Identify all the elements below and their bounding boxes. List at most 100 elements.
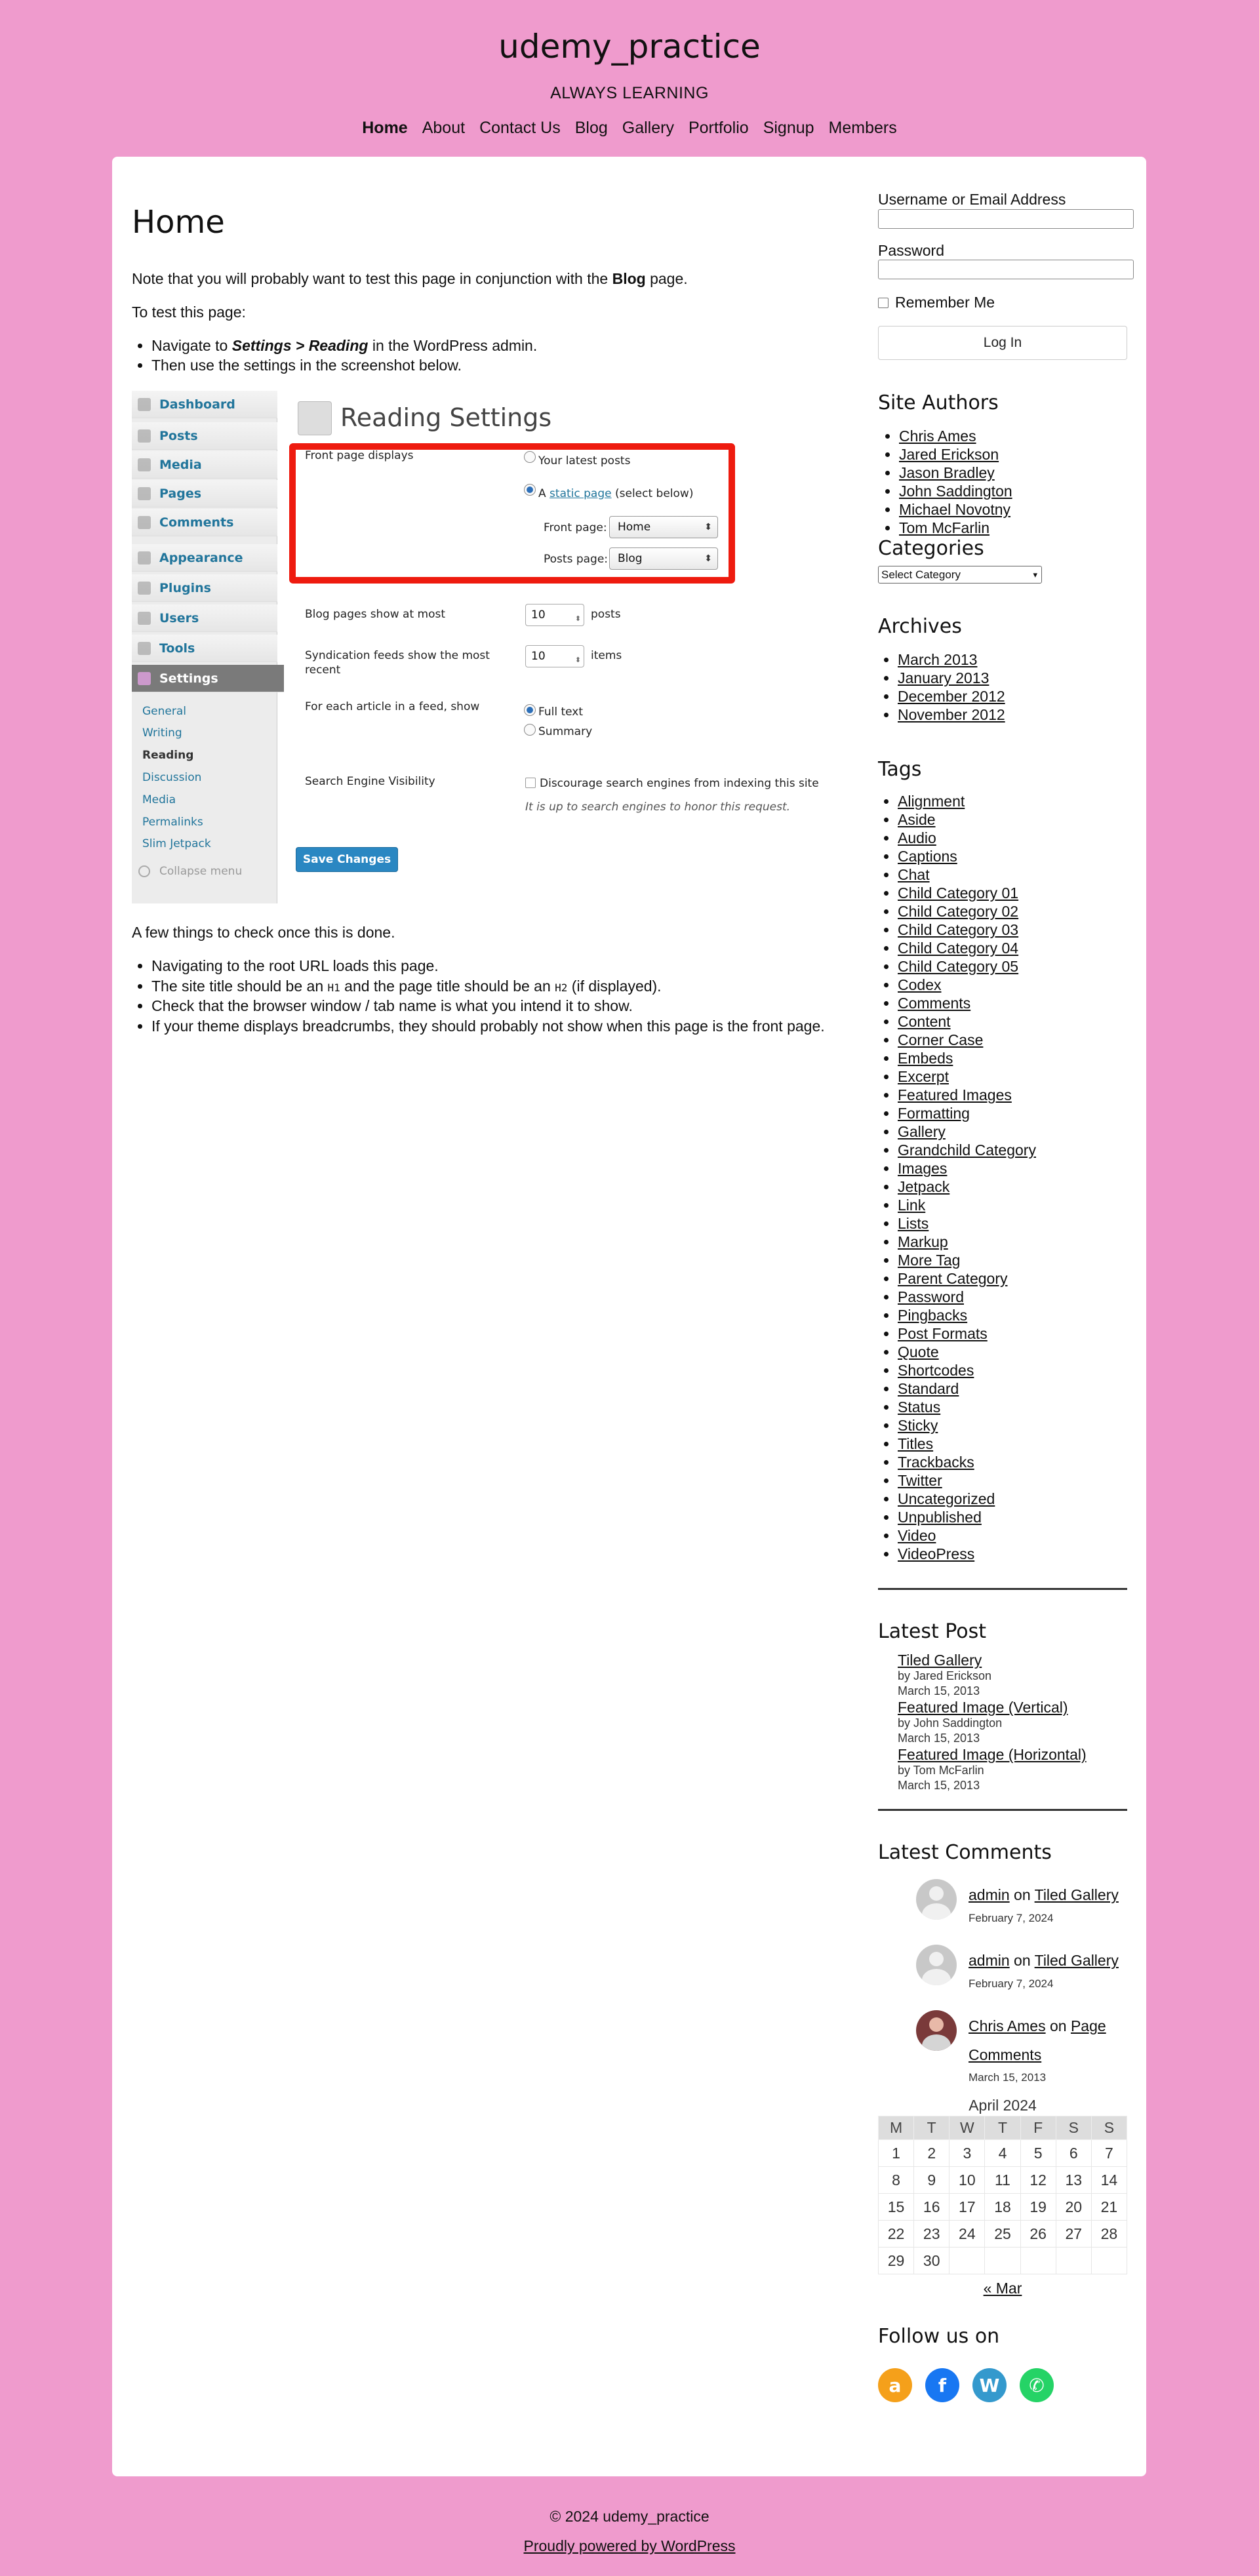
tag-link[interactable]: Password <box>898 1288 964 1305</box>
tag-link[interactable]: Lists <box>898 1215 929 1232</box>
comment-author-link[interactable]: admin <box>969 1886 1010 1903</box>
remember-me-label: Remember Me <box>895 294 995 311</box>
archive-link[interactable]: March 2013 <box>898 651 977 668</box>
list-item: Markup <box>898 1233 1127 1251</box>
blog-pages-label: Blog pages show at most <box>305 608 446 621</box>
tag-link[interactable]: Embeds <box>898 1050 953 1067</box>
calendar-day: 15 <box>877 2193 915 2221</box>
tag-link[interactable]: Captions <box>898 848 957 865</box>
tag-link[interactable]: VideoPress <box>898 1545 974 1562</box>
tag-link[interactable]: Excerpt <box>898 1068 949 1085</box>
tag-link[interactable]: Link <box>898 1197 925 1214</box>
comment-author-link[interactable]: admin <box>969 1952 1010 1969</box>
tag-link[interactable]: Markup <box>898 1233 948 1250</box>
tag-link[interactable]: Parent Category <box>898 1270 1007 1287</box>
tag-link[interactable]: Comments <box>898 995 970 1012</box>
reading-settings-icon <box>298 401 332 435</box>
tag-link[interactable]: More Tag <box>898 1252 960 1269</box>
comment-post-link[interactable]: Tiled Gallery <box>1035 1886 1119 1903</box>
comment-item: Chris Ames on Page Comments March 15, 20… <box>878 2010 1127 2095</box>
tag-link[interactable]: Audio <box>898 829 936 846</box>
tag-link[interactable]: Video <box>898 1527 936 1544</box>
archive-link[interactable]: December 2012 <box>898 688 1005 705</box>
post-link[interactable]: Tiled Gallery <box>898 1652 1127 1669</box>
author-link[interactable]: Michael Novotny <box>899 501 1010 518</box>
tag-link[interactable]: Jetpack <box>898 1178 949 1195</box>
list-item: Shortcodes <box>898 1361 1127 1379</box>
nav-item-home[interactable]: Home <box>362 119 407 138</box>
tag-link[interactable]: Unpublished <box>898 1509 982 1526</box>
powered-by-link[interactable]: Proudly powered by WordPress <box>524 2537 736 2554</box>
post-link[interactable]: Featured Image (Horizontal) <box>898 1746 1127 1763</box>
tag-link[interactable]: Aside <box>898 811 936 828</box>
nav-item-gallery[interactable]: Gallery <box>622 119 674 138</box>
comment-post-link[interactable]: Tiled Gallery <box>1035 1952 1119 1969</box>
avatar <box>916 1945 957 1986</box>
tag-link[interactable]: Child Category 02 <box>898 903 1018 920</box>
tag-link[interactable]: Child Category 01 <box>898 884 1018 902</box>
tag-link[interactable]: Uncategorized <box>898 1490 995 1507</box>
intro-paragraph: Note that you will probably want to test… <box>132 269 925 288</box>
divider <box>878 1809 1127 1812</box>
tag-link[interactable]: Quote <box>898 1343 939 1360</box>
tag-link[interactable]: Formatting <box>898 1105 970 1122</box>
tag-link[interactable]: Codex <box>898 976 941 993</box>
log-in-button[interactable]: Log In <box>878 326 1127 361</box>
tag-link[interactable]: Images <box>898 1160 947 1177</box>
nav-item-portfolio[interactable]: Portfolio <box>689 119 749 138</box>
calendar-day: 6 <box>1055 2139 1092 2168</box>
nav-item-blog[interactable]: Blog <box>575 119 608 138</box>
remember-me-checkbox[interactable] <box>878 297 889 308</box>
tag-link[interactable]: Alignment <box>898 793 965 810</box>
calendar-day: 28 <box>1090 2220 1128 2248</box>
tag-link[interactable]: Content <box>898 1013 951 1030</box>
tag-link[interactable]: Titles <box>898 1435 933 1452</box>
password-input[interactable] <box>878 260 1134 280</box>
author-link[interactable]: Jared Erickson <box>899 446 999 463</box>
post-date: March 15, 2013 <box>898 1684 980 1698</box>
nav-item-about[interactable]: About <box>422 119 465 138</box>
archive-link[interactable]: January 2013 <box>898 669 989 686</box>
collapse-icon <box>138 865 150 877</box>
tag-link[interactable]: Pingbacks <box>898 1307 967 1324</box>
tag-link[interactable]: Standard <box>898 1380 959 1397</box>
tag-link[interactable]: Trackbacks <box>898 1454 974 1471</box>
calendar-prev-link[interactable]: « Mar <box>984 2280 1022 2297</box>
nav-item-members[interactable]: Members <box>829 119 897 138</box>
tag-link[interactable]: Chat <box>898 866 930 883</box>
list-item: Chat <box>898 865 1127 884</box>
tag-link[interactable]: Status <box>898 1398 940 1416</box>
archive-link[interactable]: November 2012 <box>898 706 1005 723</box>
nav-item-contact-us[interactable]: Contact Us <box>479 119 561 138</box>
tag-link[interactable]: Twitter <box>898 1472 942 1489</box>
author-link[interactable]: Chris Ames <box>899 427 976 445</box>
tag-link[interactable]: Grandchild Category <box>898 1141 1036 1159</box>
list-item: Jason Bradley <box>899 464 1127 482</box>
author-link[interactable]: Tom McFarlin <box>899 519 989 536</box>
radio-summary <box>524 724 536 736</box>
tag-link[interactable]: Child Category 04 <box>898 940 1018 957</box>
author-link[interactable]: John Saddington <box>899 483 1012 500</box>
tag-link[interactable]: Child Category 05 <box>898 958 1018 975</box>
tag-link[interactable]: Corner Case <box>898 1031 983 1048</box>
wordpress-icon[interactable]: W <box>972 2368 1007 2403</box>
tag-link[interactable]: Post Formats <box>898 1325 988 1342</box>
whatsapp-icon[interactable]: ✆ <box>1020 2368 1054 2403</box>
tag-link[interactable]: Sticky <box>898 1417 938 1434</box>
comment-author-link[interactable]: Chris Ames <box>969 2017 1046 2034</box>
author-link[interactable]: Jason Bradley <box>899 464 995 481</box>
site-title[interactable]: udemy_practice <box>0 28 1259 66</box>
tag-link[interactable]: Child Category 03 <box>898 921 1018 938</box>
tag-link[interactable]: Shortcodes <box>898 1362 974 1379</box>
tag-link[interactable]: Featured Images <box>898 1086 1012 1103</box>
tag-link[interactable]: Gallery <box>898 1123 946 1140</box>
h1-code: H1 <box>327 981 340 994</box>
post-link[interactable]: Featured Image (Vertical) <box>898 1699 1127 1716</box>
username-input[interactable] <box>878 208 1134 229</box>
calendar-day-header: F <box>1020 2116 1056 2141</box>
media-icon <box>138 458 151 471</box>
facebook-icon[interactable]: f <box>925 2368 959 2403</box>
category-select[interactable]: Select Category ▾ <box>878 566 1042 584</box>
amazon-icon[interactable]: a <box>878 2368 912 2403</box>
nav-item-signup[interactable]: Signup <box>763 119 814 138</box>
